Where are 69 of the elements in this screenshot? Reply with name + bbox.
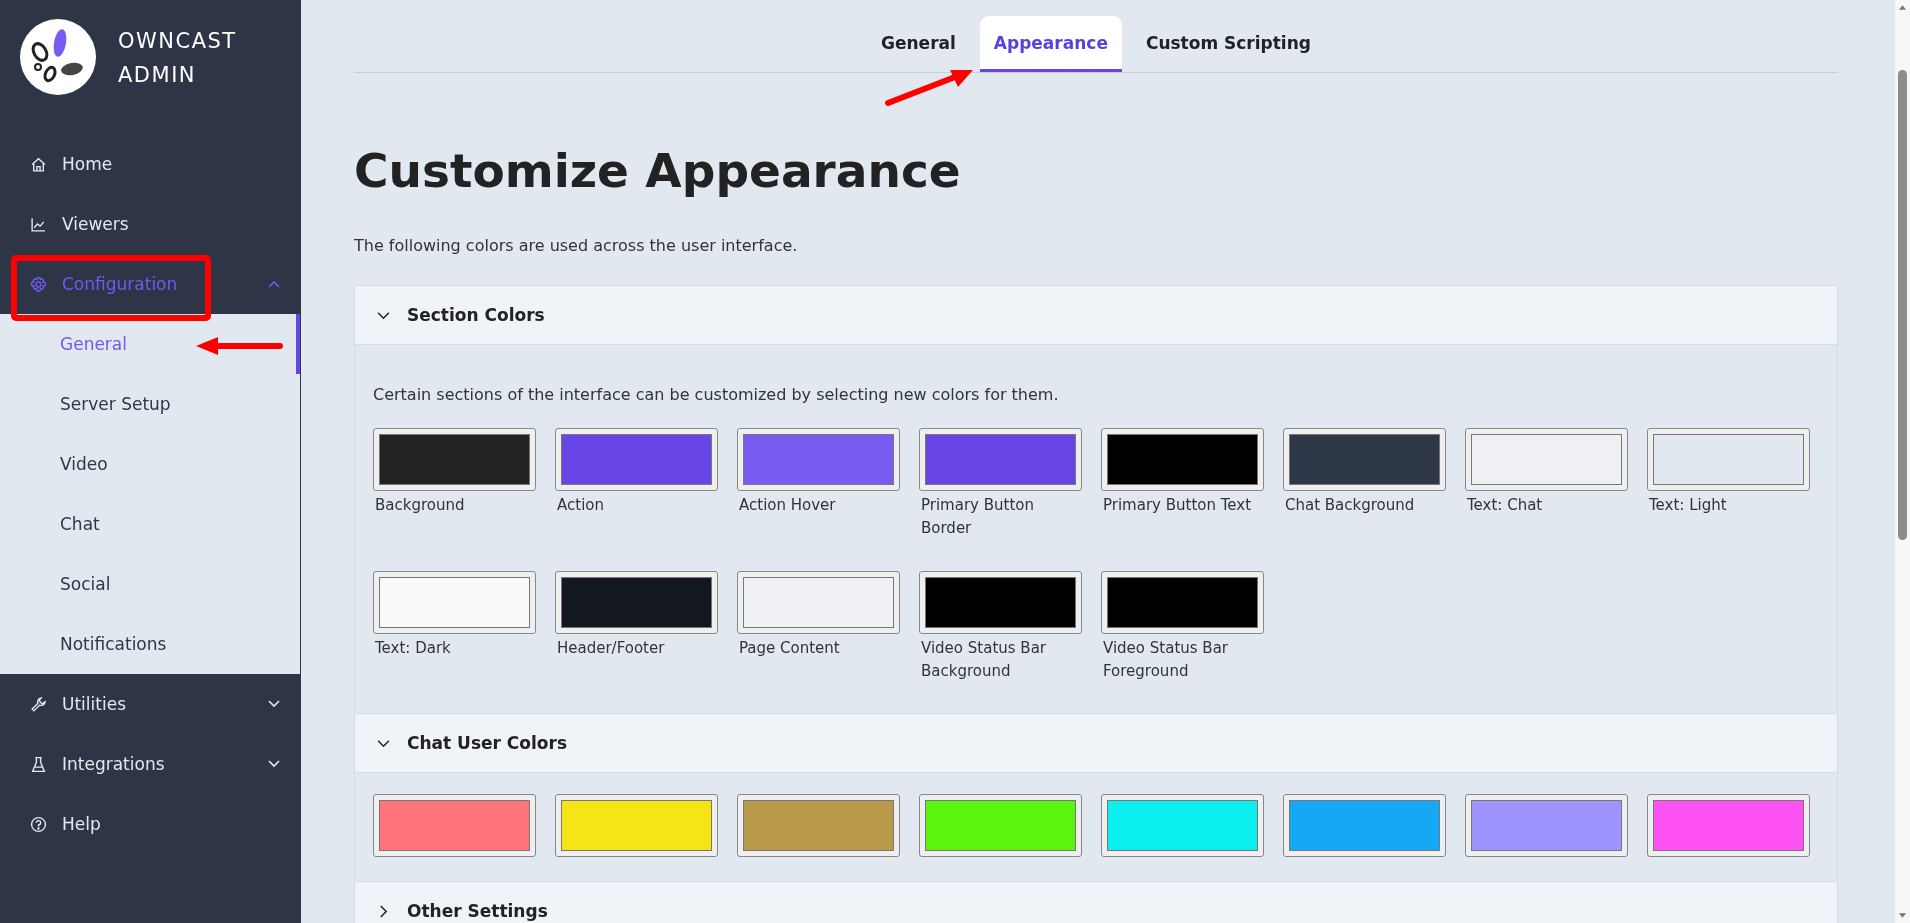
settings-icon [30, 275, 47, 293]
tab[interactable]: General [867, 16, 970, 72]
color-picker[interactable] [1283, 794, 1446, 857]
submenu-item[interactable]: Notifications [0, 614, 300, 674]
color-label: Chat Background [1284, 495, 1416, 516]
color-label: Primary Button Text [1102, 495, 1253, 516]
color-picker[interactable] [1647, 428, 1810, 491]
color-picker[interactable] [555, 794, 718, 857]
sidebar-item[interactable]: Viewers [0, 194, 300, 254]
submenu-item[interactable]: Social [0, 554, 300, 614]
color-picker[interactable] [919, 428, 1082, 491]
submenu-item[interactable]: Server Setup [0, 374, 300, 434]
color-picker[interactable] [373, 794, 536, 857]
tab[interactable]: Custom Scripting [1131, 16, 1325, 72]
color-label: Header/Footer [556, 638, 666, 659]
collapse-header[interactable]: Other Settings [355, 882, 1837, 923]
caret-up-icon[interactable] [1898, 4, 1907, 10]
color-picker[interactable] [919, 571, 1082, 634]
app-title: OWNCAST ADMIN [118, 28, 238, 89]
chevron-down-icon [268, 700, 280, 708]
sidebar-item[interactable]: Utilities [0, 674, 300, 734]
chevron-up-icon [268, 280, 280, 288]
color-label: Text: Chat [1466, 495, 1544, 516]
chevron-right-icon [377, 904, 390, 918]
collapse-header[interactable]: Section Colors [355, 286, 1837, 345]
color-picker[interactable] [1465, 794, 1628, 857]
page-description: The following colors are used across the user interface. [354, 236, 799, 255]
color-picker[interactable] [1647, 794, 1810, 857]
color-label: Text: Light [1648, 495, 1728, 516]
color-label: Page Content [738, 638, 841, 659]
help-icon [30, 815, 47, 833]
color-label: Text: Dark [374, 638, 452, 659]
color-picker[interactable] [1101, 571, 1264, 634]
color-picker[interactable] [737, 794, 900, 857]
wrench-icon [30, 695, 47, 713]
page-title: Customize Appearance [354, 143, 962, 198]
color-picker[interactable] [373, 428, 536, 491]
color-picker[interactable] [1465, 428, 1628, 491]
color-label: Video Status Bar Foreground [1102, 638, 1229, 682]
color-label: Video Status Bar Background [920, 638, 1047, 682]
sidebar-item[interactable]: Integrations [0, 734, 300, 794]
color-picker[interactable] [919, 794, 1082, 857]
section-description: Certain sections of the interface can be customized by selecting new colors for them. [373, 385, 1060, 405]
color-picker[interactable] [737, 428, 900, 491]
color-picker[interactable] [737, 571, 900, 634]
color-picker[interactable] [373, 571, 536, 634]
flask-icon [30, 755, 47, 773]
color-picker[interactable] [555, 571, 718, 634]
submenu-item[interactable]: Video [0, 434, 300, 494]
color-label: Primary Button Border [920, 495, 1035, 539]
home-icon [30, 155, 47, 173]
color-label: Action Hover [738, 495, 837, 516]
line-chart-icon [30, 215, 47, 233]
collapse-header[interactable]: Chat User Colors [355, 714, 1837, 773]
color-picker[interactable] [1101, 428, 1264, 491]
color-picker[interactable] [1283, 428, 1446, 491]
color-picker[interactable] [1101, 794, 1264, 857]
sidebar-item[interactable]: Home [0, 134, 300, 194]
scrollbar-thumb[interactable] [1898, 70, 1907, 540]
color-label: Action [556, 495, 605, 516]
sidebar-item[interactable]: Help [0, 794, 300, 854]
color-picker[interactable] [555, 428, 718, 491]
scrollbar[interactable] [1895, 0, 1910, 923]
submenu-item[interactable]: Chat [0, 494, 300, 554]
color-label: Background [374, 495, 466, 516]
logo-icon [20, 19, 96, 95]
caret-down-icon[interactable] [1898, 913, 1907, 919]
chevron-down-icon [268, 760, 280, 768]
tab[interactable]: Appearance [979, 16, 1122, 72]
